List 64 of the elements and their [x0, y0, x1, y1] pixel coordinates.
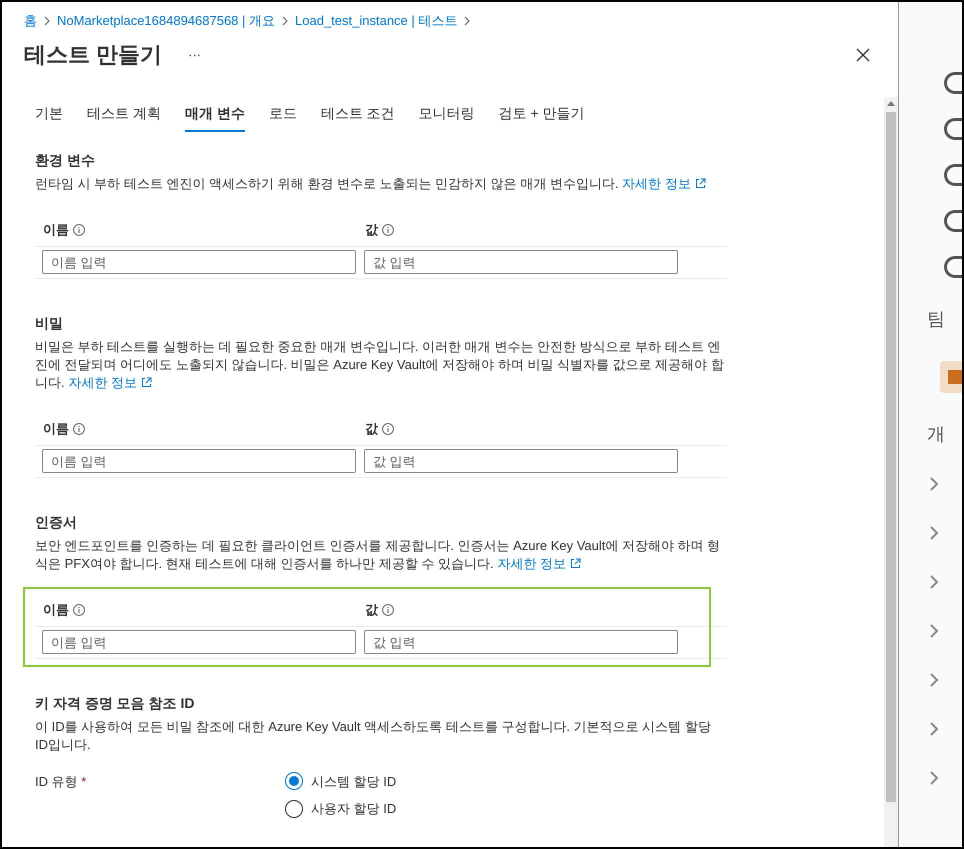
column-header: 이름 [43, 601, 69, 620]
learn-more-link[interactable]: 자세한 정보 [68, 374, 152, 390]
value-input-field[interactable]: 값 입력 [364, 250, 678, 274]
tab[interactable]: 매개 변수 [184, 102, 245, 132]
breadcrumb-link[interactable]: 홈 [24, 11, 37, 30]
value-input-field[interactable]: 값 입력 [364, 449, 678, 473]
chevron-right-icon [281, 16, 290, 26]
tab[interactable]: 로드 [268, 102, 297, 132]
info-icon [382, 423, 394, 435]
close-icon [856, 48, 870, 62]
sidebar-heading: 개 [927, 423, 945, 446]
more-button[interactable]: ··· [188, 44, 202, 64]
scroll-up-icon[interactable] [887, 101, 895, 106]
required-mark: * [81, 774, 86, 788]
tab[interactable]: 테스트 조건 [320, 102, 395, 132]
name-input-field[interactable]: 이름 입력 [42, 630, 356, 654]
tab[interactable]: 기본 [35, 102, 63, 132]
column-header: 이름 [43, 420, 69, 438]
learn-more-link[interactable]: 자세한 정보 [497, 556, 581, 570]
info-icon [73, 224, 85, 236]
sidebar-heading: 팀 [927, 308, 945, 331]
learn-more-link[interactable]: 자세한 정보 [622, 176, 706, 190]
chevron-right-icon [43, 16, 51, 26]
value-input-field[interactable]: 값 입력 [364, 630, 678, 654]
tab[interactable]: 모니터링 [418, 102, 475, 132]
field-label: ID 유형 [35, 774, 78, 788]
radio-option[interactable]: 사용자 할당 ID [285, 799, 396, 818]
section-description: 비밀은 부하 테스트를 실행하는 데 필요한 중요한 매개 변수입니다. 이러한 매개 변수는 안전한 방식으로 부하 테스트 엔진에 전달되며 어디에도 노출되지 않습니다. 비밀은 Azure Key Vault에 저장해야 하며 비밀 식별자를 값으로 제공해야 합니다. 자세한 정보 [35, 338, 725, 392]
info-icon [73, 604, 85, 616]
chevron-right-icon[interactable] [929, 623, 939, 639]
column-header: 값 [365, 221, 378, 240]
chevron-right-icon[interactable] [929, 525, 939, 541]
tab[interactable]: 테스트 계획 [87, 102, 161, 132]
external-link-icon [694, 178, 706, 188]
external-link-icon [140, 376, 152, 388]
section-description: 런타임 시 부하 테스트 엔진이 액세스하기 위해 환경 변수로 노출되는 민감하지 않은 매개 변수입니다. 자세한 정보 [35, 174, 725, 192]
section-title: 키 자격 증명 모음 참조 ID [35, 694, 196, 712]
chevron-right-icon[interactable] [929, 721, 939, 737]
column-header: 이름 [43, 221, 69, 240]
chevron-right-icon [463, 16, 472, 26]
section-title: 인증서 [35, 512, 78, 532]
name-input-field[interactable]: 이름 입력 [42, 250, 356, 274]
info-icon [382, 604, 394, 616]
breadcrumb-link[interactable]: NoMarketplace1684894687568 | 개요 [57, 11, 276, 30]
scrollbar-thumb[interactable] [886, 112, 896, 802]
column-header: 값 [365, 420, 378, 438]
chevron-right-icon[interactable] [929, 476, 939, 492]
tab[interactable]: 검토 + 만들기 [498, 102, 585, 132]
section-title: 환경 변수 [35, 150, 96, 170]
chevron-right-icon[interactable] [929, 574, 939, 590]
external-link-icon [570, 558, 581, 568]
radio-option[interactable]: 시스템 할당 ID [285, 772, 396, 791]
info-icon [382, 224, 394, 236]
page-title: 테스트 만들기 [24, 41, 162, 69]
breadcrumb-link[interactable]: Load_test_instance | 테스트 [295, 11, 458, 30]
info-icon [73, 423, 85, 435]
column-header: 값 [365, 601, 378, 620]
chevron-right-icon[interactable] [929, 672, 939, 688]
name-input-field[interactable]: 이름 입력 [42, 449, 356, 473]
section-title: 비밀 [35, 314, 64, 332]
section-description: 이 ID를 사용하여 모든 비밀 참조에 대한 Azure Key Vault 액세스하도록 테스트를 구성합니다. 기본적으로 시스템 할당 ID입니다. [35, 718, 712, 754]
close-button[interactable] [854, 46, 872, 64]
section-description: 보안 엔드포인트를 인증하는 데 필요한 클라이언트 인증서를 제공합니다. 인증서는 Azure Key Vault에 저장해야 하며 형식은 PFX여야 합니다. 현재 테스트에 대해 인증서를 하나만 제공할 수 있습니다. 자세한 정보 [35, 536, 722, 572]
chevron-right-icon[interactable] [929, 770, 939, 786]
